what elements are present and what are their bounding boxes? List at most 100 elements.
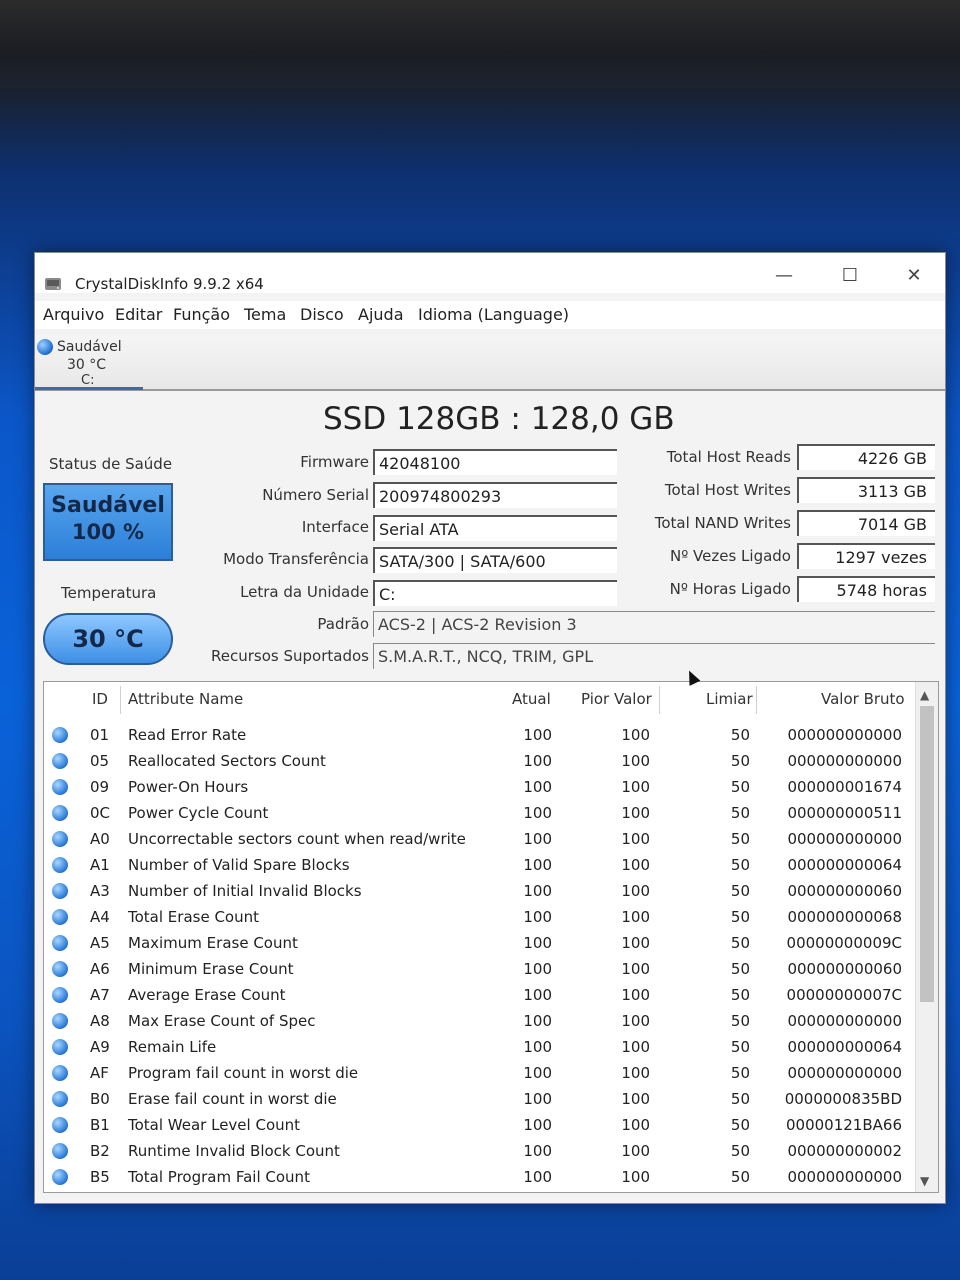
status-dot-icon	[52, 1013, 68, 1029]
table-row[interactable]: A5 Maximum Erase Count 100 100 50 00000000009…	[44, 930, 914, 956]
table-row[interactable]: B1 Total Wear Level Count 100 100 50 00000121…	[44, 1112, 914, 1138]
cell-id: A8	[90, 1012, 110, 1030]
cell-worst: 100	[621, 752, 650, 770]
menu-disco[interactable]: Disco	[300, 305, 344, 324]
cell-id: 01	[90, 726, 110, 744]
minimize-button[interactable]: —	[761, 261, 807, 291]
scroll-up-arrow-icon[interactable]: ▲	[920, 688, 929, 702]
table-row[interactable]: B2 Runtime Invalid Block Count 100 100 50 000…	[44, 1138, 914, 1164]
cell-current: 100	[523, 1064, 552, 1082]
header-current[interactable]: Atual	[512, 690, 551, 708]
cell-threshold: 50	[730, 934, 750, 952]
table-row[interactable]: A9 Remain Life 100 100 50 000000000064	[44, 1034, 914, 1060]
menu-funcao[interactable]: Função	[173, 305, 230, 324]
status-dot-icon	[52, 883, 68, 899]
cell-raw-value: 000000000064	[787, 1038, 902, 1056]
health-status-value: Saudável	[51, 493, 165, 518]
cell-raw-value: 000000000064	[787, 856, 902, 874]
cell-worst: 100	[621, 1168, 650, 1186]
table-row[interactable]: A4 Total Erase Count 100 100 50 000000000068	[44, 904, 914, 930]
close-button[interactable]: ✕	[891, 261, 937, 291]
header-attribute-name[interactable]: Attribute Name	[128, 690, 243, 708]
status-dot-icon	[52, 1117, 68, 1133]
cell-raw-value: 000000000000	[787, 1064, 902, 1082]
vertical-scrollbar[interactable]: ▲ ▼	[915, 682, 938, 1192]
table-row[interactable]: 09 Power-On Hours 100 100 50 000000001674	[44, 774, 914, 800]
firmware-field: 42048100	[373, 449, 617, 475]
table-row[interactable]: A1 Number of Valid Spare Blocks 100 100 50 00…	[44, 852, 914, 878]
monitor-bezel	[0, 0, 960, 88]
smart-attributes-table[interactable]: ID Attribute Name Atual Pior Valor Limia…	[43, 681, 939, 1193]
cell-current: 100	[523, 960, 552, 978]
cell-worst: 100	[621, 1090, 650, 1108]
cell-worst: 100	[621, 804, 650, 822]
cell-current: 100	[523, 752, 552, 770]
cell-attribute-name: Minimum Erase Count	[128, 960, 294, 978]
disk-model-title: SSD 128GB : 128,0 GB	[323, 401, 675, 437]
table-row[interactable]: 01 Read Error Rate 100 100 50 000000000000	[44, 722, 914, 748]
cell-threshold: 50	[730, 1038, 750, 1056]
cell-attribute-name: Reallocated Sectors Count	[128, 752, 326, 770]
temperature-badge[interactable]: 30 °C	[43, 613, 173, 665]
cell-threshold: 50	[730, 856, 750, 874]
table-row[interactable]: A7 Average Erase Count 100 100 50 00000000007…	[44, 982, 914, 1008]
header-worst[interactable]: Pior Valor	[581, 690, 652, 708]
cell-attribute-name: Erase fail count in worst die	[128, 1090, 337, 1108]
table-row[interactable]: A3 Number of Initial Invalid Blocks 100 100…	[44, 878, 914, 904]
header-threshold[interactable]: Limiar	[706, 690, 753, 708]
header-id[interactable]: ID	[92, 690, 108, 708]
title-bar[interactable]: CrystalDiskInfo 9.9.2 x64 — ☐ ✕	[35, 253, 945, 293]
cell-current: 100	[523, 882, 552, 900]
drive-letter-label: Letra da Unidade	[240, 583, 369, 601]
menu-idioma[interactable]: Idioma (Language)	[418, 305, 569, 324]
cell-attribute-name: Max Erase Count of Spec	[128, 1012, 316, 1030]
maximize-button[interactable]: ☐	[827, 261, 873, 291]
disk-tab-c[interactable]: Saudável 30 °C C:	[35, 335, 143, 390]
table-row[interactable]: B5 Total Program Fail Count 100 100 50 000000…	[44, 1164, 914, 1190]
status-dot-icon	[52, 1169, 68, 1185]
temperature-label: Temperatura	[61, 584, 157, 602]
cell-current: 100	[523, 778, 552, 796]
table-row[interactable]: 05 Reallocated Sectors Count 100 100 50 00000…	[44, 748, 914, 774]
cell-raw-value: 000000000060	[787, 882, 902, 900]
serial-label: Número Serial	[262, 486, 369, 504]
menu-ajuda[interactable]: Ajuda	[358, 305, 404, 324]
scroll-down-arrow-icon[interactable]: ▼	[920, 1174, 929, 1188]
host-reads-field: 4226 GB	[797, 444, 935, 470]
scrollbar-thumb[interactable]	[920, 706, 934, 1002]
interface-field: Serial ATA	[373, 515, 617, 541]
window-title: CrystalDiskInfo 9.9.2 x64	[75, 275, 264, 293]
health-status-badge[interactable]: Saudável 100 %	[43, 483, 173, 561]
cell-threshold: 50	[730, 830, 750, 848]
table-row[interactable]: 0C Power Cycle Count 100 100 50 000000000511	[44, 800, 914, 826]
cell-raw-value: 000000001674	[787, 778, 902, 796]
table-row[interactable]: B0 Erase fail count in worst die 100 100 50 0…	[44, 1086, 914, 1112]
cell-id: A7	[90, 986, 110, 1004]
cell-raw-value: 000000000000	[787, 752, 902, 770]
cell-raw-value: 000000000002	[787, 1142, 902, 1160]
cell-worst: 100	[621, 1012, 650, 1030]
cell-attribute-name: Uncorrectable sectors count when read/wr…	[128, 830, 466, 848]
table-row[interactable]: A8 Max Erase Count of Spec 100 100 50 0000000…	[44, 1008, 914, 1034]
features-field: S.M.A.R.T., NCQ, TRIM, GPL	[373, 643, 935, 669]
cell-raw-value: 000000000000	[787, 1012, 902, 1030]
power-hours-label: Nº Horas Ligado	[669, 580, 791, 598]
status-dot-icon	[52, 753, 68, 769]
status-dot-icon	[52, 831, 68, 847]
app-disk-icon	[45, 278, 61, 290]
cell-raw-value: 000000000068	[787, 908, 902, 926]
menu-arquivo[interactable]: Arquivo	[43, 305, 104, 324]
table-row[interactable]: AF Program fail count in worst die 100 100 5…	[44, 1060, 914, 1086]
disk-tab-status: Saudável	[57, 339, 122, 355]
cell-worst: 100	[621, 830, 650, 848]
cell-threshold: 50	[730, 960, 750, 978]
cell-worst: 100	[621, 1064, 650, 1082]
cell-current: 100	[523, 1142, 552, 1160]
menu-editar[interactable]: Editar	[115, 305, 162, 324]
table-row[interactable]: A6 Minimum Erase Count 100 100 50 00000000006…	[44, 956, 914, 982]
header-raw-value[interactable]: Valor Bruto	[821, 690, 905, 708]
table-row[interactable]: A0 Uncorrectable sectors count when read/…	[44, 826, 914, 852]
cell-current: 100	[523, 804, 552, 822]
cell-id: B2	[90, 1142, 110, 1160]
menu-tema[interactable]: Tema	[244, 305, 286, 324]
